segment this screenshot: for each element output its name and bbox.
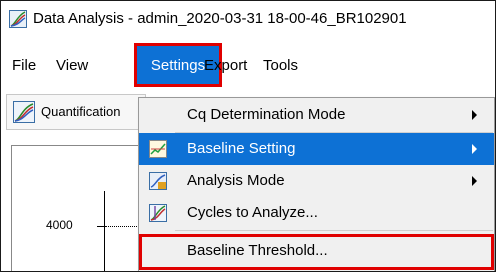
submenu-arrow-icon xyxy=(472,144,477,154)
app-window: Data Analysis - admin_2020-03-31 18-00-4… xyxy=(0,0,496,272)
menu-item-label: Cycles to Analyze... xyxy=(187,204,318,221)
menu-item-baseline-setting[interactable]: Baseline Setting xyxy=(139,133,494,165)
menu-view[interactable]: View xyxy=(56,53,88,79)
submenu-arrow-icon xyxy=(472,176,477,186)
quantification-label: Quantification xyxy=(41,104,121,119)
amplification-curve-icon xyxy=(13,101,35,123)
menu-item-baseline-threshold[interactable]: Baseline Threshold... xyxy=(139,234,494,270)
y-axis xyxy=(104,191,105,271)
window-title: Data Analysis - admin_2020-03-31 18-00-4… xyxy=(33,10,407,27)
menu-item-cycles-to-analyze[interactable]: Cycles to Analyze... xyxy=(139,197,494,229)
menu-item-label: Analysis Mode xyxy=(187,172,285,189)
menu-export[interactable]: Export xyxy=(204,53,247,79)
submenu-arrow-icon xyxy=(472,110,477,120)
baseline-icon xyxy=(149,140,167,158)
settings-dropdown-menu: Cq Determination Mode Baseline Setting A… xyxy=(138,97,495,271)
menu-item-analysis-mode[interactable]: Analysis Mode xyxy=(139,165,494,197)
title-bar: Data Analysis - admin_2020-03-31 18-00-4… xyxy=(1,1,495,37)
y-axis-tick xyxy=(97,226,104,227)
menu-separator xyxy=(175,230,493,231)
menu-item-label: Baseline Threshold... xyxy=(187,242,328,259)
quantification-button[interactable]: Quantification xyxy=(6,94,146,130)
menu-item-cq-determination-mode[interactable]: Cq Determination Mode xyxy=(139,99,494,131)
y-tick-label: 4000 xyxy=(46,218,73,232)
menu-item-label: Cq Determination Mode xyxy=(187,106,346,123)
menu-item-label: Baseline Setting xyxy=(187,140,296,157)
app-logo-icon xyxy=(9,10,27,28)
menu-file[interactable]: File xyxy=(12,53,36,79)
menu-bar: File View Settings Export Tools xyxy=(1,41,495,91)
menu-tools[interactable]: Tools xyxy=(263,53,298,79)
cycles-icon xyxy=(149,204,167,222)
analysis-mode-icon xyxy=(149,172,167,190)
